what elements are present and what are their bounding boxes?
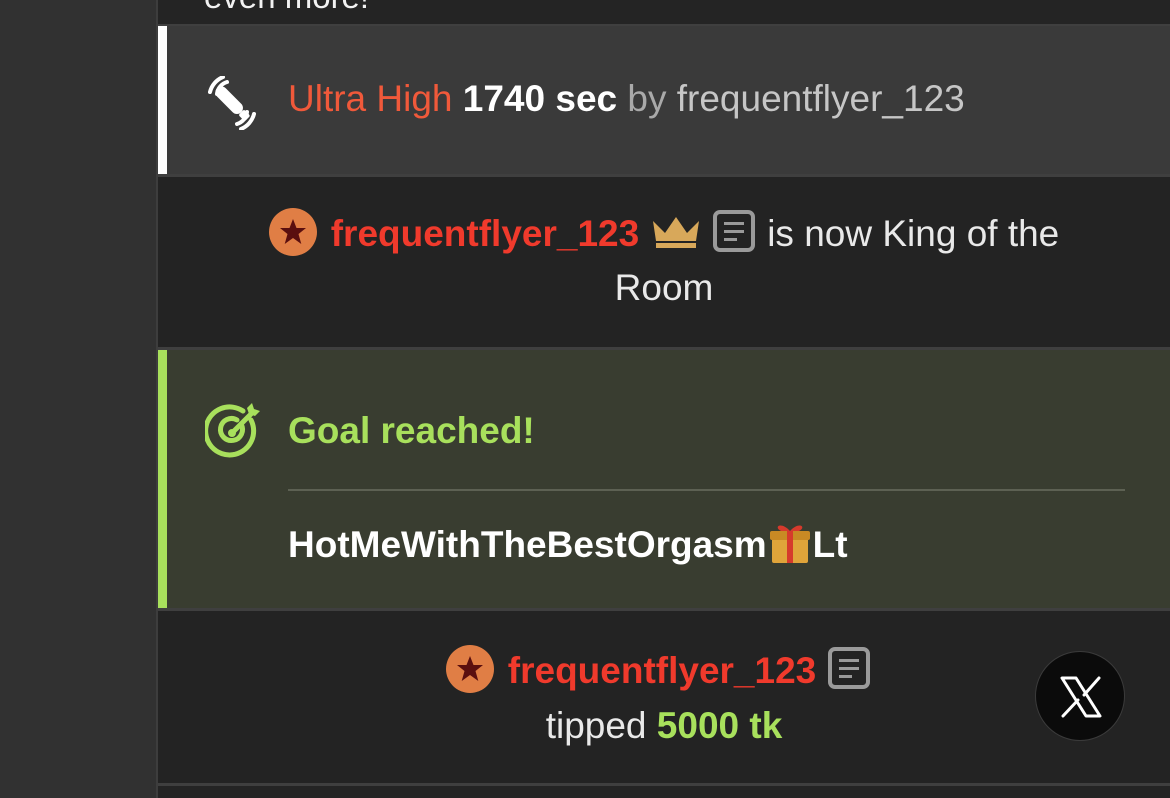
star-badge-icon — [268, 208, 317, 256]
crown-icon — [653, 217, 700, 248]
king-notice: frequentflyer_123 is now King of the Room — [158, 177, 1170, 347]
goal-notice: Goal reached! HotMeWithTheBestOrgasm Lt — [158, 350, 1170, 608]
x-close-button[interactable] — [1035, 651, 1125, 741]
chat-feed: even more! Ultra High 1740 sec by freque… — [158, 0, 1170, 798]
king-username[interactable]: frequentflyer_123 — [331, 213, 639, 254]
vibration-duration: 1740 sec — [462, 78, 618, 119]
goal-description-suffix: Lt — [812, 524, 848, 565]
gift-icon — [769, 525, 810, 564]
vibration-level: Ultra High — [288, 78, 453, 119]
tip-amount: 5000 tk — [656, 705, 783, 746]
vibration-username[interactable]: frequentflyer_123 — [677, 78, 965, 119]
vibration-line: Ultra High 1740 sec by frequentflyer_123 — [288, 78, 965, 120]
note-icon[interactable] — [713, 210, 756, 252]
king-text-line2: Room — [614, 267, 714, 308]
goal-divider — [288, 489, 1125, 491]
by-label: by — [627, 78, 667, 119]
goal-title: Goal reached! — [288, 410, 535, 451]
chat-message-partial: even more! — [158, 0, 1170, 24]
chat-message-next — [158, 786, 1170, 798]
goal-description: HotMeWithTheBestOrgasm Lt — [288, 524, 848, 569]
partial-message-text: even more! — [204, 0, 369, 16]
tip-amount-line: tipped 5000 tk — [158, 705, 1170, 747]
vibrator-icon — [208, 76, 256, 130]
king-line: frequentflyer_123 is now King of the — [158, 208, 1170, 260]
tipped-label: tipped — [545, 705, 647, 746]
tip-notice: frequentflyer_123 tipped 5000 tk — [158, 611, 1170, 783]
target-icon — [205, 403, 260, 458]
x-close-icon — [1060, 676, 1102, 718]
tip-username[interactable]: frequentflyer_123 — [508, 650, 816, 691]
goal-description-text: HotMeWithTheBestOrgasm — [288, 524, 767, 565]
left-sidebar — [0, 0, 158, 798]
star-badge-icon — [445, 645, 494, 693]
tip-user-line: frequentflyer_123 — [158, 645, 1170, 697]
king-text: is now King of the — [767, 212, 1060, 254]
note-icon[interactable] — [828, 647, 871, 689]
vibration-notice: Ultra High 1740 sec by frequentflyer_123 — [158, 26, 1170, 174]
